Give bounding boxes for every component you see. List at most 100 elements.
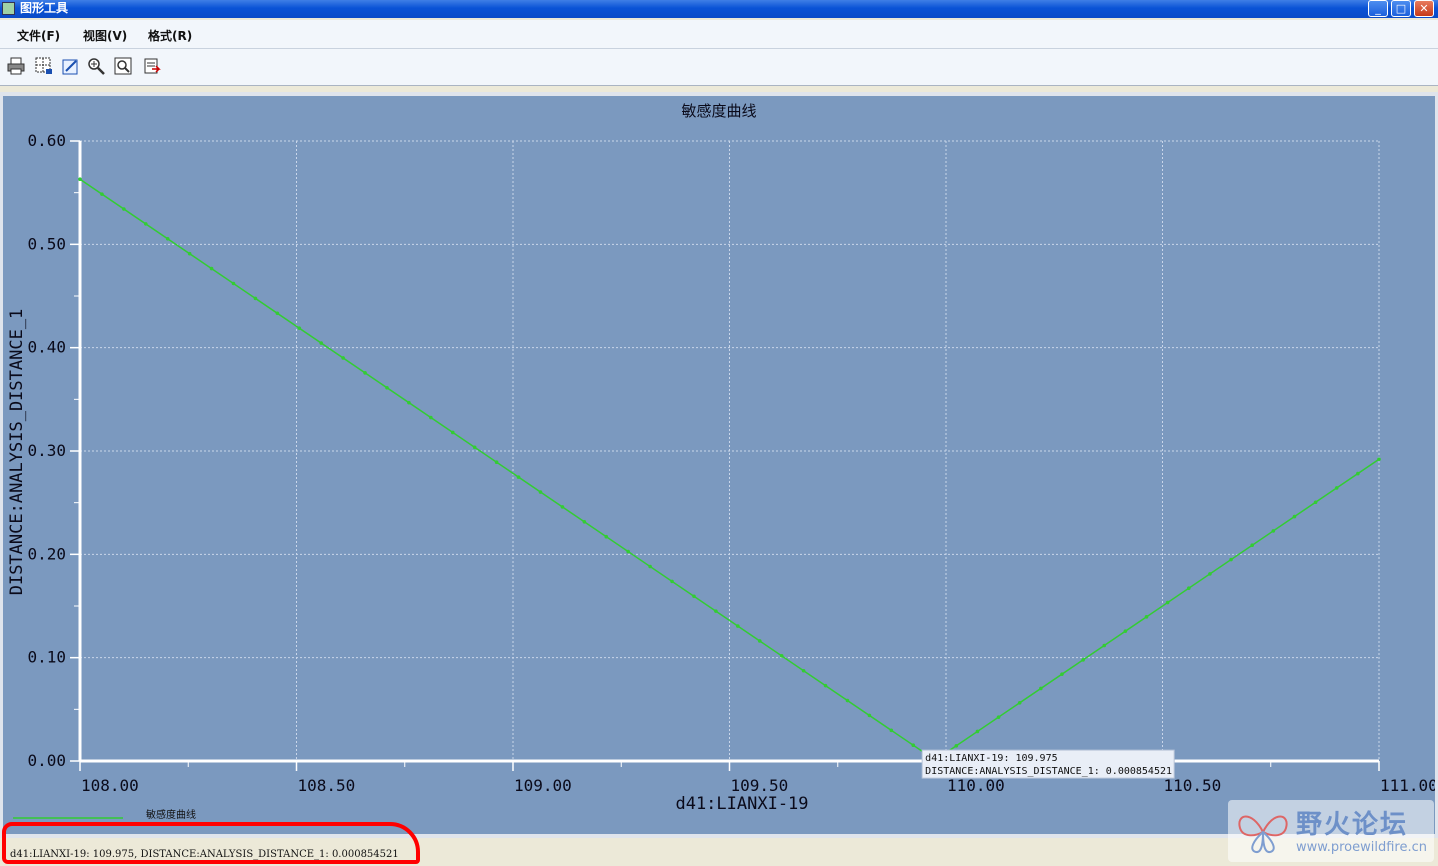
x-tick-label: 110.50 (1164, 776, 1222, 795)
series-point (1229, 557, 1233, 562)
x-tick-label: 108.50 (298, 776, 356, 795)
series-point (867, 713, 872, 718)
x-tick-labels: 108.00 108.50 109.00 109.50 110.00 110.50 111.… (81, 776, 1438, 795)
app-icon (2, 2, 15, 15)
series-point (253, 296, 258, 301)
y-tick-label: 0.20 (27, 544, 66, 563)
menu-view[interactable]: 视图(V) (83, 27, 127, 44)
sensitivity-chart[interactable]: 敏感度曲线 108.00 108.50 109.00 109.50 110.00 110.… (3, 96, 1438, 834)
series-point (78, 177, 82, 182)
y-tick-label: 0.40 (27, 338, 66, 357)
series-point (1123, 629, 1128, 633)
series-point (604, 534, 609, 539)
series-point (560, 505, 565, 509)
series-point (363, 371, 367, 375)
series-point (845, 698, 850, 703)
butterfly-icon (1238, 815, 1288, 853)
y-tick-label: 0.60 (27, 131, 66, 150)
series-point (450, 430, 455, 435)
series-point (538, 490, 543, 494)
series-point (911, 743, 916, 748)
watermark-url: www.proewildfire.cn (1296, 840, 1427, 855)
series-point (165, 237, 170, 241)
series-point (297, 326, 302, 330)
x-tick-label: 109.50 (731, 776, 789, 795)
series-point (714, 609, 718, 613)
series-point (1334, 486, 1339, 490)
legend-label: 敏感度曲线 (146, 808, 196, 821)
y-tick-label: 0.10 (27, 648, 66, 667)
series-point (187, 251, 192, 256)
series-point (670, 579, 674, 584)
series-point (143, 222, 148, 226)
chart-title: 敏感度曲线 (681, 102, 756, 120)
x-tick-label: 110.00 (947, 776, 1005, 795)
x-tick-label: 111.00 (1380, 776, 1435, 795)
series-point (582, 520, 587, 524)
series-point (954, 743, 959, 748)
series-point (122, 207, 126, 211)
series-point (1186, 586, 1191, 591)
highlight-annotation (2, 822, 420, 864)
watermark-logo: 野火论坛 www.proewildfire.cn (1228, 800, 1434, 862)
series-point (975, 729, 980, 734)
legend: 敏感度曲线 (13, 808, 196, 821)
minimize-button[interactable]: _ (1368, 0, 1388, 17)
series-point (1250, 543, 1254, 548)
series-point (516, 475, 521, 479)
zoom-in-icon[interactable] (87, 57, 105, 75)
series-point (472, 445, 477, 450)
grid-icon[interactable] (35, 57, 53, 75)
print-icon[interactable] (7, 57, 25, 75)
close-button[interactable]: ✕ (1414, 0, 1434, 17)
series-point (1060, 672, 1064, 676)
series-point (1208, 572, 1212, 576)
watermark-text: 野火论坛 (1296, 810, 1409, 840)
series-point (1271, 529, 1276, 533)
grid-lines (80, 140, 1380, 761)
series-point (823, 683, 828, 688)
series-point (1356, 471, 1360, 476)
series-point (385, 385, 389, 390)
series-point (1313, 500, 1318, 505)
menu-bar: 文件(F) 视图(V) 格式(R) (0, 20, 1438, 49)
series-point (407, 400, 411, 405)
y-tick-label: 0.50 (27, 234, 66, 253)
zoom-fit-icon[interactable] (114, 57, 132, 75)
series-point (626, 549, 630, 554)
plot-area[interactable]: 敏感度曲线 108.00 108.50 109.00 109.50 110.00 110.… (3, 96, 1438, 834)
menu-file[interactable]: 文件(F) (17, 27, 60, 44)
series-point (1081, 658, 1085, 662)
series-point (779, 654, 784, 658)
series-point (1039, 686, 1043, 691)
toolbar (0, 49, 1438, 86)
series-point (231, 281, 236, 286)
series-point (275, 311, 280, 316)
tooltip-line-y: DISTANCE:ANALYSIS_DISTANCE_1: 0.00085452… (925, 766, 1172, 777)
series-point (1292, 514, 1297, 519)
series-point (429, 415, 433, 420)
series-point (1017, 701, 1022, 705)
series-point (648, 564, 652, 569)
series-point (1102, 643, 1107, 648)
y-tick-label: 0.30 (27, 441, 66, 460)
series-point (1377, 457, 1381, 462)
edit-icon[interactable] (62, 57, 80, 75)
maximize-button[interactable]: □ (1391, 0, 1411, 17)
menu-format[interactable]: 格式(R) (148, 27, 192, 44)
window-title: 图形工具 (20, 1, 69, 15)
y-tick-label: 0.00 (27, 751, 66, 770)
series-point (1144, 615, 1149, 619)
y-tick-labels: 0.00 0.10 0.20 0.30 0.40 0.50 0.60 (27, 131, 66, 770)
series-point (692, 594, 696, 599)
series-point (1165, 600, 1170, 605)
y-axis-label: DISTANCE:ANALYSIS_DISTANCE_1 (7, 309, 27, 596)
title-bar: 图形工具 _ □ ✕ (0, 0, 1438, 18)
tooltip-line-x: d41:LIANXI-19: 109.975 (925, 753, 1057, 764)
axes (70, 140, 1380, 771)
series-point (757, 639, 762, 643)
series-point (494, 460, 499, 465)
export-icon[interactable] (143, 57, 161, 75)
data-tooltip: d41:LIANXI-19: 109.975 DISTANCE:ANALYSIS… (921, 749, 1175, 779)
series-point (100, 192, 104, 196)
